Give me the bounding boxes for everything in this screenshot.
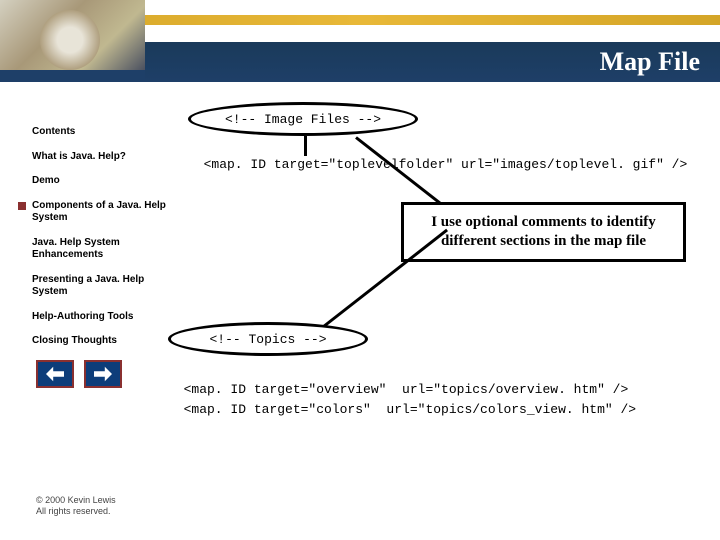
next-button[interactable] (84, 360, 122, 388)
comment-bubble-2: <!-- Topics --> (168, 322, 368, 356)
comment-bubble-1: <!-- Image Files --> (188, 102, 418, 136)
main: Contents What is Java. Help? Demo Compon… (0, 82, 720, 452)
connector-1 (304, 136, 307, 156)
sidebar-item-closing[interactable]: Closing Thoughts (6, 329, 176, 354)
header-photo (0, 0, 145, 70)
code-line-3: <map. ID target="colors" url="topics/col… (168, 402, 636, 417)
sidebar-item-presenting[interactable]: Presenting a Java. Help System (6, 268, 176, 305)
code-line-1: <map. ID target="toplevelfolder" url="im… (188, 157, 687, 172)
callout-text: I use optional comments to identify diff… (431, 214, 656, 249)
sidebar-item-demo[interactable]: Demo (6, 169, 176, 194)
sidebar-item-what-is[interactable]: What is Java. Help? (6, 145, 176, 170)
sidebar-item-tools[interactable]: Help-Authoring Tools (6, 305, 176, 330)
sidebar-item-components[interactable]: Components of a Java. Help System (6, 194, 176, 231)
footer: © 2000 Kevin Lewis All rights reserved. (36, 495, 116, 518)
prev-button[interactable] (36, 360, 74, 388)
arrow-right-icon (94, 366, 112, 382)
navy-thin (0, 70, 145, 80)
nav-arrows (36, 360, 122, 388)
content-area: <!-- Image Files --> <map. ID target="to… (176, 102, 710, 442)
sidebar-item-enhancements[interactable]: Java. Help System Enhancements (6, 231, 176, 268)
sidebar: Contents What is Java. Help? Demo Compon… (6, 102, 176, 442)
copyright-line-1: © 2000 Kevin Lewis (36, 495, 116, 507)
slide-header: Map File (0, 0, 720, 82)
copyright-line-2: All rights reserved. (36, 506, 116, 518)
sidebar-item-contents[interactable]: Contents (6, 120, 176, 145)
code-line-2: <map. ID target="overview" url="topics/o… (168, 382, 628, 397)
arrow-left-icon (46, 366, 64, 382)
page-title: Map File (600, 47, 700, 77)
connector-callout-2 (320, 229, 448, 330)
code-comment-2: <!-- Topics --> (209, 332, 326, 347)
code-comment-1: <!-- Image Files --> (225, 112, 381, 127)
